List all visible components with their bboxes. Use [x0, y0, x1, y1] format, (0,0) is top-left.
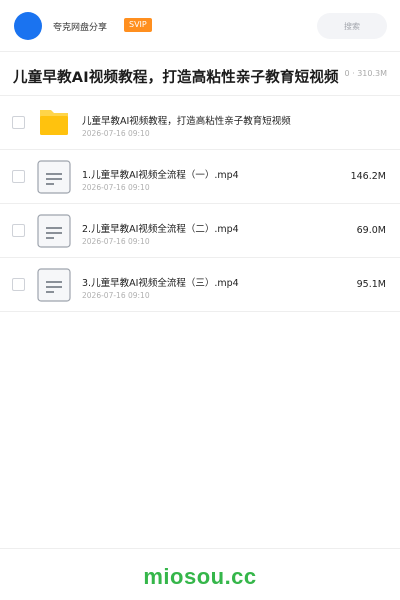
list-item[interactable]: 儿童早教AI视频教程，打造高粘性亲子教育短视频 2026-07-16 09:10: [0, 96, 400, 150]
file-name: 1.儿童早教AI视频全流程（一）.mp4: [82, 170, 239, 181]
folder-icon: [40, 110, 68, 135]
svip-badge: SVIP: [124, 18, 152, 32]
row-checkbox[interactable]: [12, 278, 25, 291]
file-size: 95.1M: [356, 279, 386, 290]
avatar[interactable]: [14, 12, 42, 40]
share-page: 夸克网盘分享 SVIP 0 · 310.3M 儿童早教AI视频教程，打造高粘性亲…: [0, 0, 400, 600]
list-item[interactable]: 3.儿童早教AI视频全流程（三）.mp4 2026-07-16 09:10 95…: [0, 258, 400, 312]
file-name: 3.儿童早教AI视频全流程（三）.mp4: [82, 278, 239, 289]
file-date: 2026-07-16 09:10: [82, 291, 150, 300]
row-checkbox[interactable]: [12, 170, 25, 183]
file-date: 2026-07-16 09:10: [82, 183, 150, 192]
row-checkbox[interactable]: [12, 116, 25, 129]
file-date: 2026-07-16 09:10: [82, 129, 150, 138]
list-item[interactable]: 1.儿童早教AI视频全流程（一）.mp4 2026-07-16 09:10 14…: [0, 150, 400, 204]
file-name: 儿童早教AI视频教程，打造高粘性亲子教育短视频: [82, 116, 291, 127]
header: 夸克网盘分享 SVIP: [0, 0, 400, 52]
site-watermark: miosou.cc: [143, 564, 257, 589]
document-icon: [37, 214, 71, 248]
search-input[interactable]: [317, 13, 387, 39]
brand-name: 夸克网盘分享: [53, 23, 108, 33]
file-name: 2.儿童早教AI视频全流程（二）.mp4: [82, 224, 239, 235]
footer: miosou.cc: [0, 548, 400, 600]
document-icon: [37, 160, 71, 194]
document-icon: [37, 268, 71, 302]
share-title-row: 0 · 310.3M 儿童早教AI视频教程，打造高粘性亲子教育短视频: [0, 52, 400, 96]
file-date: 2026-07-16 09:10: [82, 237, 150, 246]
share-meta: 0 · 310.3M: [344, 69, 387, 78]
list-item[interactable]: 2.儿童早教AI视频全流程（二）.mp4 2026-07-16 09:10 69…: [0, 204, 400, 258]
file-list: 儿童早教AI视频教程，打造高粘性亲子教育短视频 2026-07-16 09:10…: [0, 96, 400, 312]
page-title: 儿童早教AI视频教程，打造高粘性亲子教育短视频: [13, 70, 339, 86]
row-checkbox[interactable]: [12, 224, 25, 237]
file-size: 146.2M: [350, 171, 386, 182]
file-size: 69.0M: [356, 225, 386, 236]
